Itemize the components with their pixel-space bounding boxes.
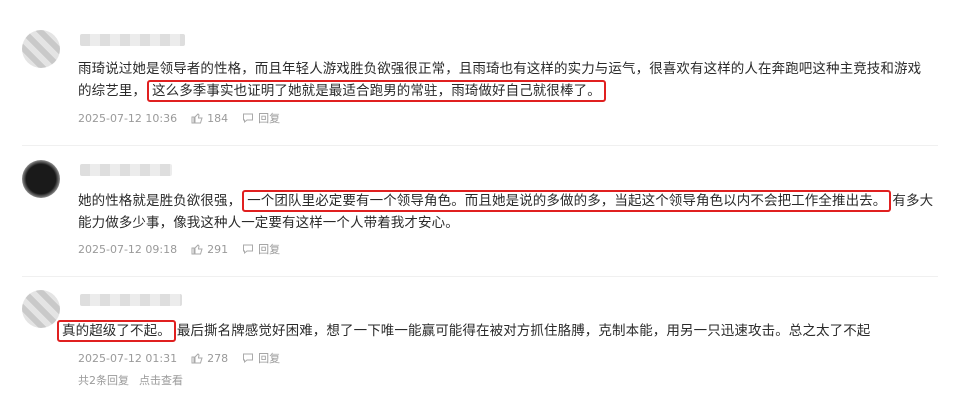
reply-button[interactable]: 回复 (242, 110, 280, 126)
chat-bubble-icon (242, 112, 254, 124)
comment-meta: 2025-07-12 10:36 184 回复 (78, 110, 280, 126)
username-blurred[interactable] (80, 294, 182, 306)
comment-text-line: 最后撕名牌感觉好困难，想了一下唯一能赢可能得在被对方抓住胳膊，克制本能，用另一只… (176, 323, 871, 339)
highlighted-text: 真的超级了不起。 (57, 320, 176, 342)
timestamp: 2025-07-12 09:18 (78, 242, 178, 256)
comment-meta: 2025-07-12 09:18 291 回复 (78, 241, 280, 257)
comment-text: 真的超级了不起。 最后撕名牌感觉好困难，想了一下唯一能赢可能得在被对方抓住胳膊，克… (56, 320, 870, 342)
reply-label: 回复 (258, 352, 281, 365)
divider (22, 276, 938, 277)
reply-label: 回复 (258, 112, 281, 125)
like-button[interactable]: 291 (191, 243, 228, 256)
comment-meta: 2025-07-12 01:31 278 回复 (78, 350, 280, 366)
like-button[interactable]: 278 (191, 352, 228, 365)
comment-text-line: 的综艺里， (78, 83, 146, 99)
highlighted-text: 这么多季事实也证明了她就是最适合跑男的常驻，雨琦做好自己就很棒了。 (147, 80, 606, 102)
comment-text: 她的性格就是胜负欲很强， 一个团队里必定要有一个领导角色。而且她是说的多做的多，当… (78, 190, 933, 234)
comment-text-line: 能力做多少事，像我这种人一定要有这样一个人带着我才安心。 (78, 215, 459, 231)
avatar[interactable] (22, 30, 60, 68)
comment-text-line: 有多大 (892, 193, 934, 209)
thumbs-up-icon (191, 243, 203, 255)
reply-count[interactable]: 共2条回复 (78, 372, 129, 388)
like-count: 278 (207, 351, 229, 365)
chat-bubble-icon (242, 352, 254, 364)
username-blurred[interactable] (80, 34, 185, 46)
avatar[interactable] (22, 290, 60, 328)
like-count: 184 (207, 111, 229, 125)
highlighted-text: 一个团队里必定要有一个领导角色。而且她是说的多做的多，当起这个领导角色以内不会把… (242, 190, 892, 212)
comment-text-line: 她的性格就是胜负欲很强， (78, 193, 242, 209)
username-blurred[interactable] (80, 164, 172, 176)
like-button[interactable]: 184 (191, 112, 228, 125)
comment-text-line: 雨琦说过她是领导者的性格，而且年轻人游戏胜负欲强很正常，且雨琦也有这样的实力与运… (78, 61, 922, 77)
thread-footer: 共2条回复 点击查看 (78, 372, 183, 388)
reply-label: 回复 (258, 243, 281, 256)
avatar[interactable] (22, 160, 60, 198)
chat-bubble-icon (242, 243, 254, 255)
comment-text: 雨琦说过她是领导者的性格，而且年轻人游戏胜负欲强很正常，且雨琦也有这样的实力与运… (78, 58, 921, 102)
like-count: 291 (207, 242, 229, 256)
timestamp: 2025-07-12 10:36 (78, 111, 178, 125)
divider (22, 145, 938, 146)
thumbs-up-icon (191, 352, 203, 364)
timestamp: 2025-07-12 01:31 (78, 351, 178, 365)
reply-button[interactable]: 回复 (242, 350, 280, 366)
reply-button[interactable]: 回复 (242, 241, 280, 257)
thumbs-up-icon (191, 112, 203, 124)
view-replies-link[interactable]: 点击查看 (139, 372, 183, 388)
